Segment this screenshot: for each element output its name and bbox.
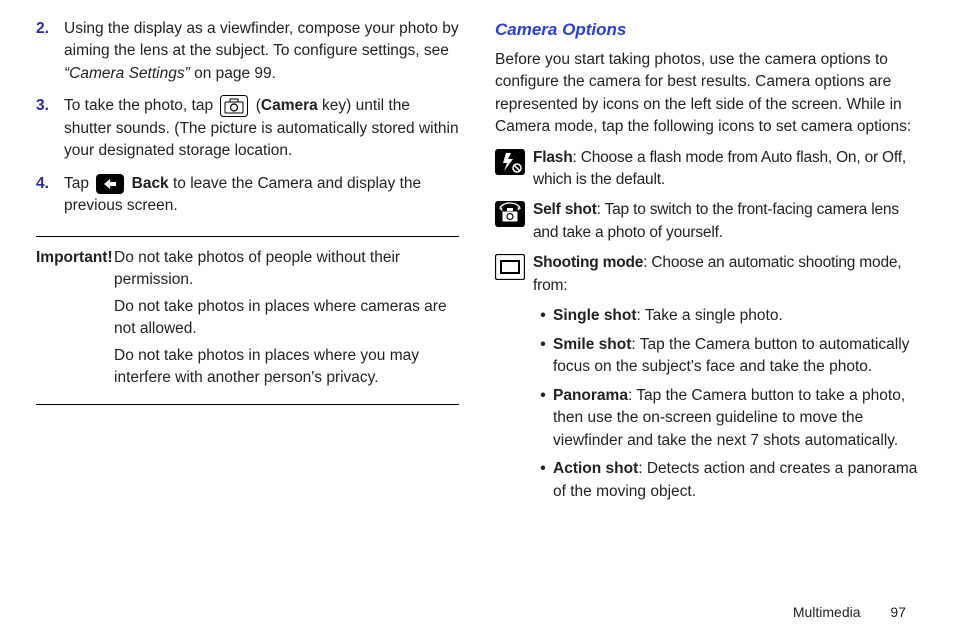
- footer-section: Multimedia: [793, 604, 861, 620]
- shooting-mode-icon: [495, 252, 533, 297]
- important-line: Do not take photos of people without the…: [114, 247, 459, 292]
- step-number: 2.: [36, 18, 64, 85]
- option-flash: Flash: Choose a flash mode from Auto fla…: [495, 147, 918, 192]
- page-number: 97: [890, 604, 906, 620]
- section-heading: Camera Options: [495, 18, 918, 43]
- important-label: Important!: [36, 247, 114, 394]
- step-body: To take the photo, tap (Camera key) unti…: [64, 95, 459, 163]
- left-column: 2. Using the display as a viewfinder, co…: [36, 18, 477, 624]
- manual-page: 2. Using the display as a viewfinder, co…: [0, 0, 954, 636]
- important-line: Do not take photos in places where camer…: [114, 296, 459, 341]
- option-text: Self shot: Tap to switch to the front-fa…: [533, 199, 918, 244]
- camera-icon: [220, 95, 248, 117]
- page-reference: “Camera Settings”: [64, 65, 190, 82]
- back-icon: [96, 174, 124, 194]
- important-note: Important! Do not take photos of people …: [36, 247, 459, 394]
- self-shot-icon: [495, 199, 533, 244]
- intro-paragraph: Before you start taking photos, use the …: [495, 49, 918, 139]
- bullet-text: Action shot: Detects action and creates …: [553, 458, 918, 503]
- bullet-text: Panorama: Tap the Camera button to take …: [553, 385, 918, 452]
- shooting-mode-list: • Single shot: Take a single photo. • Sm…: [495, 305, 918, 509]
- step-3: 3. To take the photo, tap (Camera key) u…: [36, 95, 459, 163]
- step-text: Using the display as a viewfinder, compo…: [64, 20, 459, 59]
- page-footer: Multimedia 97: [0, 604, 954, 620]
- step-text: To take the photo, tap: [64, 98, 217, 115]
- step-2: 2. Using the display as a viewfinder, co…: [36, 18, 459, 85]
- list-item: • Smile shot: Tap the Camera button to a…: [533, 334, 918, 379]
- bullet-icon: •: [533, 458, 553, 503]
- option-shooting-mode: Shooting mode: Choose an automatic shoot…: [495, 252, 918, 297]
- option-desc: : Choose a flash mode from Auto flash, O…: [533, 149, 906, 188]
- step-body: Using the display as a viewfinder, compo…: [64, 18, 459, 85]
- step-body: Tap Back to leave the Camera and display…: [64, 173, 459, 218]
- right-column: Camera Options Before you start taking p…: [477, 18, 918, 624]
- step-text: Tap: [64, 175, 93, 192]
- list-item: • Action shot: Detects action and create…: [533, 458, 918, 503]
- camera-key: Camera: [261, 98, 318, 115]
- option-label: Flash: [533, 149, 572, 166]
- mode-label: Panorama: [553, 387, 628, 404]
- step-text-tail: on page 99.: [190, 65, 276, 82]
- list-item: • Panorama: Tap the Camera button to tak…: [533, 385, 918, 452]
- step-number: 3.: [36, 95, 64, 163]
- bullet-icon: •: [533, 334, 553, 379]
- option-text: Shooting mode: Choose an automatic shoot…: [533, 252, 918, 297]
- important-body: Do not take photos of people without the…: [114, 247, 459, 394]
- back-key: Back: [132, 175, 169, 192]
- option-self-shot: Self shot: Tap to switch to the front-fa…: [495, 199, 918, 244]
- bullet-icon: •: [533, 305, 553, 327]
- option-label: Self shot: [533, 201, 597, 218]
- bullet-text: Single shot: Take a single photo.: [553, 305, 918, 327]
- step-4: 4. Tap Back to leave the Camera and disp…: [36, 173, 459, 218]
- list-item: • Single shot: Take a single photo.: [533, 305, 918, 327]
- option-label: Shooting mode: [533, 254, 643, 271]
- mode-desc: : Take a single photo.: [637, 307, 783, 324]
- option-text: Flash: Choose a flash mode from Auto fla…: [533, 147, 918, 192]
- divider: [36, 236, 459, 237]
- important-line: Do not take photos in places where you m…: [114, 345, 459, 390]
- flash-icon: [495, 147, 533, 192]
- step-number: 4.: [36, 173, 64, 218]
- mode-label: Action shot: [553, 460, 638, 477]
- divider: [36, 404, 459, 405]
- bullet-text: Smile shot: Tap the Camera button to aut…: [553, 334, 918, 379]
- mode-label: Smile shot: [553, 336, 631, 353]
- bullet-icon: •: [533, 385, 553, 452]
- mode-label: Single shot: [553, 307, 637, 324]
